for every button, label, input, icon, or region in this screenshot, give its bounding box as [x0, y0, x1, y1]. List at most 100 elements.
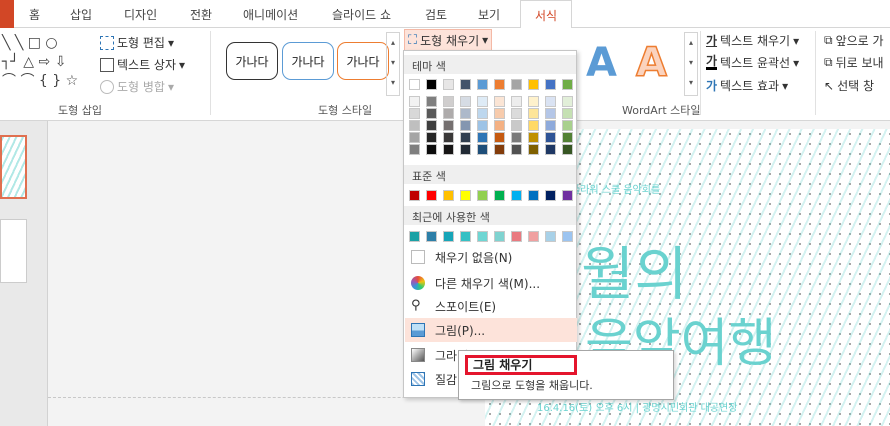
selection-pane-button[interactable]: ↖ 선택 창	[824, 77, 874, 94]
theme-color-swatch[interactable]	[528, 79, 539, 90]
theme-shade-swatch[interactable]	[443, 144, 454, 155]
theme-shade-swatch[interactable]	[494, 96, 505, 107]
theme-shade-swatch[interactable]	[460, 120, 471, 131]
theme-shade-swatch[interactable]	[426, 96, 437, 107]
theme-shade-swatch[interactable]	[443, 132, 454, 143]
theme-shade-swatch[interactable]	[477, 120, 488, 131]
tab-slideshow[interactable]: 슬라이드 쇼	[332, 6, 391, 23]
tab-animations[interactable]: 애니메이션	[243, 6, 298, 23]
theme-shade-swatch[interactable]	[562, 120, 573, 131]
theme-color-swatch[interactable]	[460, 79, 471, 90]
theme-shade-swatch[interactable]	[409, 132, 420, 143]
text-effects-button[interactable]: 가 텍스트 효과 ▾	[706, 77, 788, 94]
theme-shade-swatch[interactable]	[511, 120, 522, 131]
theme-shade-swatch[interactable]	[545, 144, 556, 155]
standard-color-swatch[interactable]	[528, 190, 539, 201]
wordart-style-2[interactable]: A	[635, 39, 667, 87]
standard-color-swatch[interactable]	[443, 190, 454, 201]
shape-style-scroll[interactable]: ▴ ▾ ▾	[386, 32, 400, 96]
standard-color-swatch[interactable]	[460, 190, 471, 201]
standard-color-swatch[interactable]	[409, 190, 420, 201]
standard-color-swatch[interactable]	[562, 190, 573, 201]
theme-shade-swatch[interactable]	[545, 96, 556, 107]
standard-color-swatch[interactable]	[511, 190, 522, 201]
theme-shade-swatch[interactable]	[426, 108, 437, 119]
shape-style-2[interactable]: 가나다	[282, 42, 334, 80]
picture-fill-item[interactable]: 그림(P)...	[405, 318, 577, 342]
theme-shade-swatch[interactable]	[426, 120, 437, 131]
theme-color-swatch[interactable]	[511, 79, 522, 90]
merge-shapes-button[interactable]: 도형 병합 ▾	[100, 78, 174, 95]
theme-shade-swatch[interactable]	[562, 108, 573, 119]
shape-style-1[interactable]: 가나다	[226, 42, 278, 80]
eyedropper-item[interactable]: ⚲ 스포이트(E)	[405, 294, 577, 318]
no-fill-item[interactable]: 채우기 없음(N)	[405, 245, 577, 269]
shape-style-3[interactable]: 가나다	[337, 42, 389, 80]
theme-shade-swatch[interactable]	[443, 120, 454, 131]
tab-format[interactable]: 서식	[520, 0, 573, 29]
theme-shade-swatch[interactable]	[460, 96, 471, 107]
theme-shade-swatch[interactable]	[562, 96, 573, 107]
theme-color-swatch[interactable]	[545, 79, 556, 90]
tab-insert[interactable]: 삽입	[70, 6, 92, 23]
recent-color-swatch[interactable]	[426, 231, 437, 242]
theme-color-swatch[interactable]	[477, 79, 488, 90]
shape-fill-button[interactable]: ⛶ 도형 채우기 ▾	[404, 29, 493, 51]
recent-color-swatch[interactable]	[477, 231, 488, 242]
theme-shade-swatch[interactable]	[545, 120, 556, 131]
recent-color-swatch[interactable]	[528, 231, 539, 242]
more-fill-colors-item[interactable]: 다른 채우기 색(M)...	[405, 271, 577, 295]
theme-shade-swatch[interactable]	[409, 120, 420, 131]
theme-shade-swatch[interactable]	[477, 96, 488, 107]
wordart-style-1[interactable]: A	[586, 40, 617, 86]
theme-shade-swatch[interactable]	[511, 108, 522, 119]
text-box-button[interactable]: 텍스트 상자 ▾	[100, 56, 185, 73]
tab-home[interactable]: 홈	[29, 6, 40, 23]
theme-shade-swatch[interactable]	[511, 96, 522, 107]
theme-shade-swatch[interactable]	[443, 96, 454, 107]
theme-shade-swatch[interactable]	[511, 144, 522, 155]
theme-shade-swatch[interactable]	[562, 132, 573, 143]
recent-color-swatch[interactable]	[545, 231, 556, 242]
theme-shade-swatch[interactable]	[477, 108, 488, 119]
bring-forward-button[interactable]: ⧉ 앞으로 가	[824, 32, 884, 49]
theme-shade-swatch[interactable]	[511, 132, 522, 143]
standard-color-swatch[interactable]	[545, 190, 556, 201]
standard-color-swatch[interactable]	[426, 190, 437, 201]
theme-shade-swatch[interactable]	[409, 108, 420, 119]
theme-shade-swatch[interactable]	[528, 96, 539, 107]
theme-shade-swatch[interactable]	[460, 132, 471, 143]
text-outline-button[interactable]: 가 텍스트 윤곽선 ▾	[706, 54, 799, 71]
theme-color-swatch[interactable]	[426, 79, 437, 90]
theme-shade-swatch[interactable]	[426, 132, 437, 143]
recent-color-swatch[interactable]	[562, 231, 573, 242]
recent-color-swatch[interactable]	[443, 231, 454, 242]
slide-thumbnail-1[interactable]	[0, 135, 27, 199]
slide-thumbnail-2[interactable]	[0, 219, 27, 283]
tab-design[interactable]: 디자인	[124, 6, 157, 23]
standard-color-swatch[interactable]	[477, 190, 488, 201]
theme-shade-swatch[interactable]	[528, 120, 539, 131]
text-fill-button[interactable]: 가 텍스트 채우기 ▾	[706, 32, 799, 49]
file-tab[interactable]	[0, 0, 14, 28]
recent-color-swatch[interactable]	[460, 231, 471, 242]
theme-shade-swatch[interactable]	[545, 108, 556, 119]
theme-shade-swatch[interactable]	[494, 144, 505, 155]
theme-shade-swatch[interactable]	[409, 144, 420, 155]
recent-color-swatch[interactable]	[494, 231, 505, 242]
theme-shade-swatch[interactable]	[545, 132, 556, 143]
theme-shade-swatch[interactable]	[528, 132, 539, 143]
theme-shade-swatch[interactable]	[494, 120, 505, 131]
theme-color-swatch[interactable]	[562, 79, 573, 90]
tab-transitions[interactable]: 전환	[190, 6, 212, 23]
recent-color-swatch[interactable]	[511, 231, 522, 242]
tab-view[interactable]: 보기	[478, 6, 500, 23]
theme-shade-swatch[interactable]	[477, 132, 488, 143]
wordart-scroll[interactable]: ▴ ▾ ▾	[684, 32, 698, 96]
edit-shape-button[interactable]: 도형 편집 ▾	[100, 34, 174, 51]
theme-shade-swatch[interactable]	[562, 144, 573, 155]
standard-color-swatch[interactable]	[494, 190, 505, 201]
theme-shade-swatch[interactable]	[409, 96, 420, 107]
theme-shade-swatch[interactable]	[494, 132, 505, 143]
theme-shade-swatch[interactable]	[494, 108, 505, 119]
